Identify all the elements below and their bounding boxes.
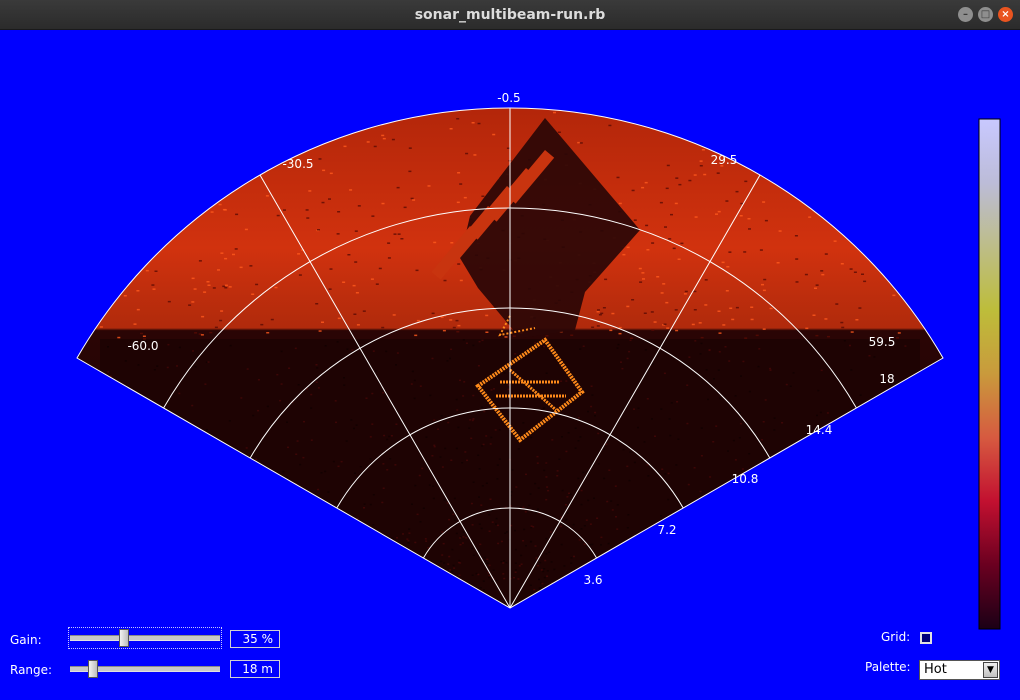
palette-selected-value: Hot [924,662,947,677]
sonar-display: -60.0 -30.5 -0.5 29.5 59.5 3.6 7.2 10.8 … [76,91,1001,630]
gain-slider-handle[interactable] [119,629,129,647]
gain-label: Gain: [10,633,42,647]
range-label: 14.4 [806,423,833,437]
window-title: sonar_multibeam-run.rb [414,7,606,23]
angle-label-right: 59.5 [869,335,896,349]
gain-value-field[interactable]: 35 % [230,630,280,648]
palette-label: Palette: [865,660,911,674]
range-label: 7.2 [657,523,676,537]
grid-label: Grid: [881,630,911,644]
sonar-fan [76,107,944,609]
chevron-down-icon[interactable]: ▼ [983,662,998,678]
range-label-text: Range: [10,663,53,677]
angle-label-center: -0.5 [497,91,520,105]
close-icon[interactable]: × [998,7,1013,22]
range-slider[interactable] [70,660,220,678]
color-scale-bar [978,118,1001,630]
angle-label-left: -60.0 [127,339,158,353]
angle-label-right-mid: 29.5 [711,153,738,167]
range-label: 18 [879,372,894,386]
range-label: 10.8 [732,472,759,486]
grid-checkbox[interactable] [920,632,932,644]
range-slider-handle[interactable] [88,660,99,678]
gain-slider-track [70,635,220,641]
angle-label-left-mid: -30.5 [282,157,313,171]
minimize-icon[interactable]: – [958,7,973,22]
gain-slider[interactable] [68,627,222,649]
maximize-icon[interactable]: □ [978,7,993,22]
range-value-field[interactable]: 18 m [230,660,280,678]
title-bar: sonar_multibeam-run.rb – □ × [0,0,1020,30]
palette-select[interactable]: Hot ▼ [919,660,1000,680]
range-label: 3.6 [583,573,602,587]
